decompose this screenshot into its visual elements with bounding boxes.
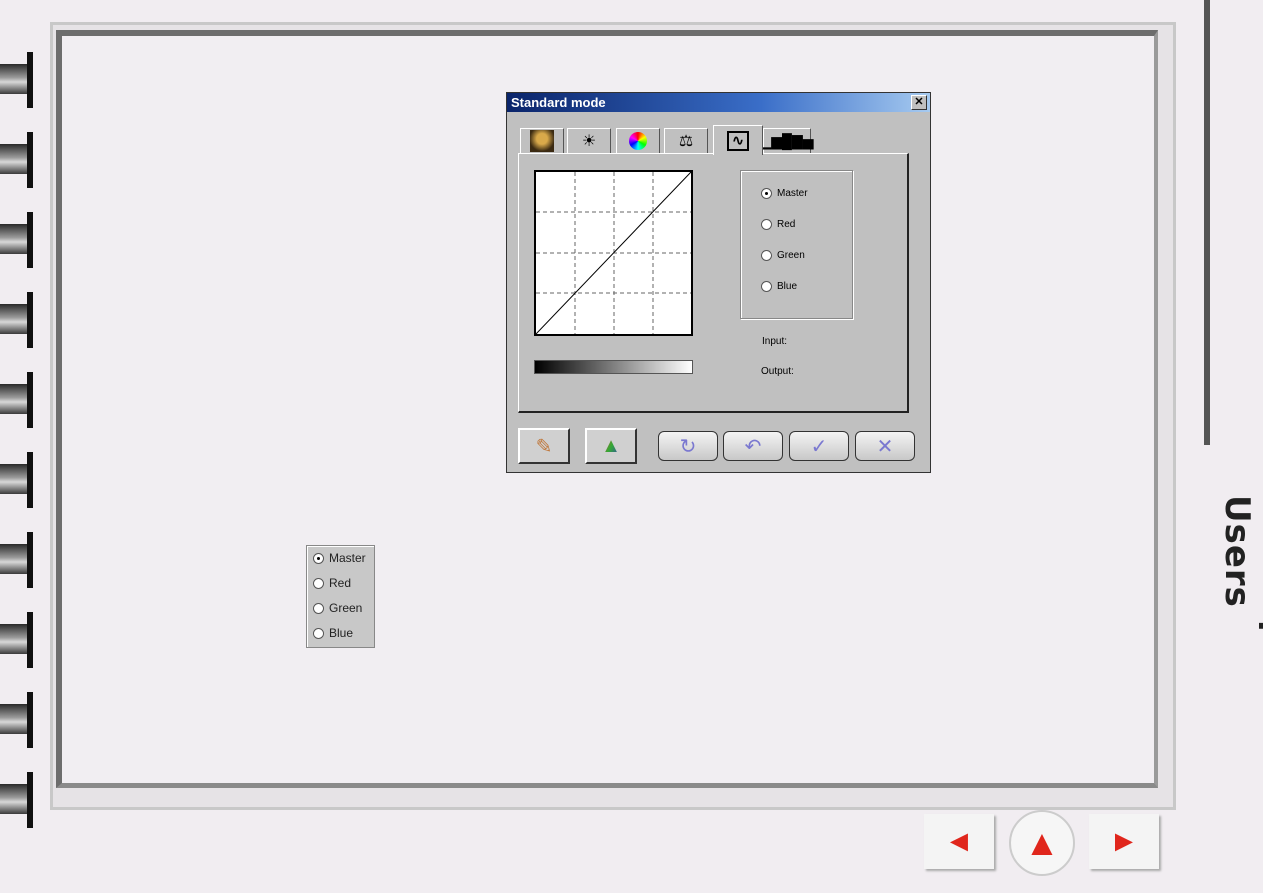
arrow-up-icon: ▲ bbox=[1024, 822, 1060, 863]
standard-mode-dialog: Standard mode ✕ ☀ ⚖ ∿ ▁▆█▇▅ Master Red Gre… bbox=[506, 92, 931, 473]
channel-legend: Master Red Green Blue bbox=[306, 545, 375, 648]
ok-button[interactable]: ✓ bbox=[789, 431, 849, 461]
radio-label: Red bbox=[777, 219, 796, 230]
close-button[interactable]: ✕ bbox=[911, 95, 927, 110]
histogram-icon: ▁▆█▇▅ bbox=[760, 132, 814, 149]
input-label: Input: bbox=[762, 336, 788, 347]
curve-icon: ∿ bbox=[727, 130, 749, 151]
magic-wand-button[interactable]: ✎ bbox=[518, 428, 570, 464]
radio-dot bbox=[761, 250, 772, 261]
binder-ring bbox=[0, 532, 34, 588]
undo-icon: ↶ bbox=[744, 435, 762, 458]
radio-label: Blue bbox=[777, 281, 798, 292]
radio-dot bbox=[313, 627, 324, 639]
cancel-button[interactable]: ✕ bbox=[855, 431, 915, 461]
color-triangle-button[interactable]: ▲ bbox=[585, 428, 637, 464]
tab-image[interactable] bbox=[520, 128, 564, 153]
balance-icon: ⚖ bbox=[678, 133, 694, 150]
arrow-left-icon: ◄ bbox=[944, 824, 974, 858]
arrow-right-icon: ► bbox=[1109, 824, 1139, 858]
radio-blue[interactable]: Blue bbox=[761, 281, 797, 292]
next-page-button[interactable]: ► bbox=[1089, 814, 1159, 869]
legend-radio-red: Red bbox=[313, 576, 351, 590]
legend-radio-master: Master bbox=[313, 551, 366, 565]
legend-radio-blue: Blue bbox=[313, 626, 353, 640]
radio-label: Blue bbox=[329, 626, 354, 640]
radio-dot bbox=[761, 188, 772, 199]
image-icon bbox=[530, 130, 554, 152]
x-icon: ✕ bbox=[876, 435, 894, 458]
radio-dot bbox=[313, 552, 324, 564]
check-icon: ✓ bbox=[810, 435, 828, 458]
title-bar: Standard mode ✕ bbox=[507, 93, 930, 112]
radio-label: Master bbox=[777, 188, 808, 199]
color-wheel-icon bbox=[629, 132, 647, 150]
tab-brightness[interactable]: ☀ bbox=[567, 128, 611, 153]
sidebar-divider bbox=[1204, 0, 1210, 445]
radio-dot bbox=[313, 602, 324, 614]
legend-radio-green: Green bbox=[313, 601, 362, 615]
channel-group: Master Red Green Blue bbox=[740, 170, 853, 319]
color-triangle-icon: ▲ bbox=[601, 434, 621, 457]
radio-label: Green bbox=[329, 601, 363, 615]
binder-ring bbox=[0, 452, 34, 508]
reset-icon: ↻ bbox=[679, 435, 697, 458]
binder-ring bbox=[0, 292, 34, 348]
radio-master[interactable]: Master bbox=[761, 188, 808, 199]
binder-ring bbox=[0, 212, 34, 268]
brightness-icon: ☀ bbox=[581, 133, 597, 150]
tone-curve-graph[interactable] bbox=[534, 170, 693, 336]
tab-histogram[interactable]: ▁▆█▇▅ bbox=[760, 128, 814, 153]
radio-label: Green bbox=[777, 250, 805, 261]
binder-ring bbox=[0, 692, 34, 748]
radio-green[interactable]: Green bbox=[761, 250, 805, 261]
top-button[interactable]: ▲ bbox=[1009, 810, 1075, 876]
tab-curve[interactable]: ∿ bbox=[713, 125, 763, 155]
grayscale-bar bbox=[534, 360, 693, 374]
curve-grid bbox=[535, 171, 692, 335]
curve-panel: Master Red Green Blue Input: Output: bbox=[518, 153, 909, 413]
section-title: For Experienced Users bbox=[1217, 495, 1263, 820]
undo-button[interactable]: ↶ bbox=[723, 431, 783, 461]
dialog-title: Standard mode bbox=[511, 95, 606, 110]
radio-dot bbox=[313, 577, 324, 589]
magic-wand-icon: ✎ bbox=[535, 435, 553, 458]
prev-page-button[interactable]: ◄ bbox=[924, 814, 994, 869]
radio-label: Master bbox=[329, 551, 366, 565]
output-label: Output: bbox=[761, 366, 794, 377]
binder-ring bbox=[0, 612, 34, 668]
binder-ring bbox=[0, 132, 34, 188]
tab-balance[interactable]: ⚖ bbox=[664, 128, 708, 153]
binder-ring bbox=[0, 372, 34, 428]
radio-dot bbox=[761, 281, 772, 292]
radio-dot bbox=[761, 219, 772, 230]
binder-ring bbox=[0, 52, 34, 108]
reset-button[interactable]: ↻ bbox=[658, 431, 718, 461]
tab-color[interactable] bbox=[616, 128, 660, 153]
radio-label: Red bbox=[329, 576, 352, 590]
radio-red[interactable]: Red bbox=[761, 219, 795, 230]
binder-ring bbox=[0, 772, 34, 828]
